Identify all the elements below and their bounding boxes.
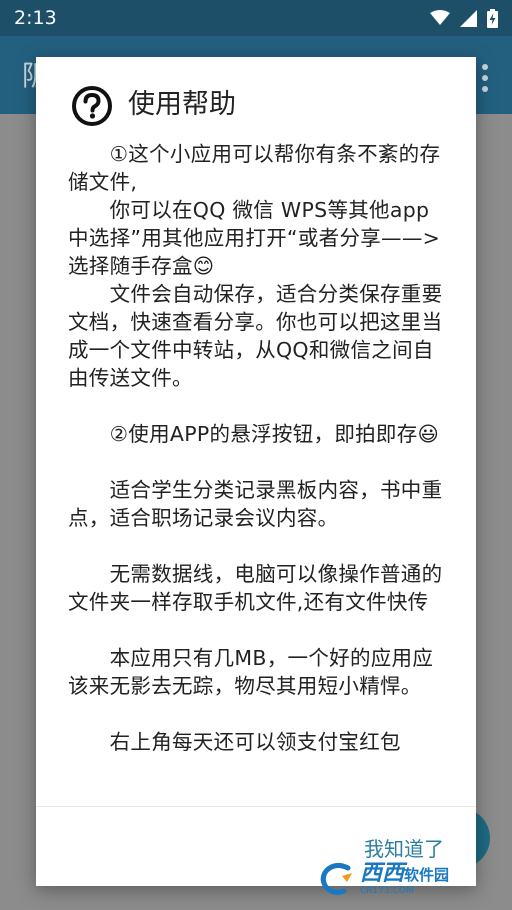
dialog-message[interactable]: ①这个小应用可以帮你有条不紊的存储文件, 你可以在QQ 微信 WPS等其他app… [68,140,450,804]
logo-swirl-icon [320,862,352,895]
watermark-name: 软件园 [404,865,450,884]
watermark-url: CR173.COM [360,885,414,896]
help-paragraph: 文件会自动保存，适合分类保存重要文档，快速查看分享。你也可以把这里当成一个文件中… [68,282,443,390]
help-paragraph: 无需数据线，电脑可以像操作普通的文件夹一样存取手机文件,还有文件快传 [68,562,443,614]
battery-charging-icon [487,8,498,28]
help-circle-icon [72,86,112,126]
help-paragraph: 右上角每天还可以领支付宝红包 [68,730,401,754]
dialog-title: 使用帮助 [128,89,236,120]
status-bar: 2:13 [0,0,512,36]
status-icons [430,8,498,28]
help-dialog: 使用帮助 ①这个小应用可以帮你有条不紊的存储文件, 你可以在QQ 微信 WPS等… [36,57,476,886]
status-time: 2:13 [14,7,57,29]
wifi-icon [430,10,450,25]
watermark-logo: 西西软件园 CR173.COM [318,858,494,900]
help-paragraph: 本应用只有几MB，一个好的应用应该来无影去无踪，物尽其用短小精悍。 [68,646,434,698]
overflow-menu-icon[interactable] [482,64,490,92]
help-paragraph: ②使用APP的悬浮按钮，即拍即存😃 [68,422,440,446]
watermark-text: 西西软件园 CR173.COM [360,860,450,896]
watermark-brand: 西西 [360,860,405,886]
help-paragraph: ①这个小应用可以帮你有条不紊的存储文件, [68,142,441,194]
help-paragraph: 适合学生分类记录黑板内容，书中重点，适合职场记录会议内容。 [68,478,443,530]
signal-icon [460,9,477,27]
help-paragraph: 你可以在QQ 微信 WPS等其他app中选择”用其他应用打开“或者分享——>选择… [68,198,441,278]
